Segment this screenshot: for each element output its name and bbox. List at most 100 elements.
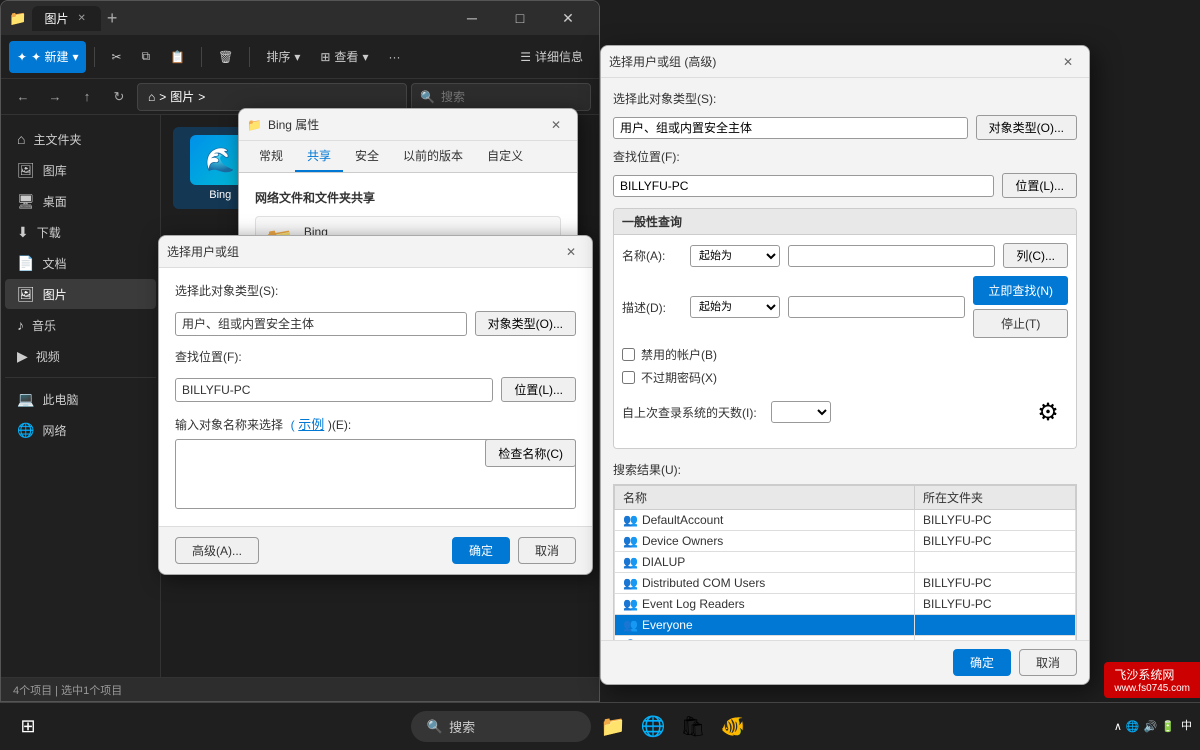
explorer-tab-pictures[interactable]: 图片 ✕ xyxy=(32,6,100,31)
no-expire-passwords-checkbox[interactable] xyxy=(622,371,635,384)
address-path[interactable]: ⌂ > 图片 > xyxy=(137,83,407,111)
row-icon: 👥 xyxy=(623,534,638,548)
tray-network-icon: 🌐 xyxy=(1126,720,1140,733)
select-user-cancel-btn[interactable]: 取消 xyxy=(518,537,576,564)
results-table: 名称 所在文件夹 👥DefaultAccountBILLYFU-PC👥Devic… xyxy=(614,485,1076,640)
forward-btn[interactable]: → xyxy=(41,83,69,111)
tab-close-btn[interactable]: ✕ xyxy=(74,12,88,25)
result-location: BILLYFU-PC xyxy=(915,573,1076,594)
table-row[interactable]: 👥Distributed COM UsersBILLYFU-PC xyxy=(615,573,1076,594)
view-button[interactable]: ⊞ 查看 ▾ xyxy=(312,41,376,73)
location-input[interactable] xyxy=(175,378,493,402)
bing-tab-share[interactable]: 共享 xyxy=(295,141,343,172)
sidebar-item-home[interactable]: ⌂ 主文件夹 xyxy=(5,124,156,154)
explorer-search[interactable]: 🔍 搜索 xyxy=(411,83,591,111)
object-type-btn[interactable]: 对象类型(O)... xyxy=(475,311,576,336)
taskbar-edge-icon[interactable]: 🌐 xyxy=(635,709,671,745)
adv-list-btn[interactable]: 列(C)... xyxy=(1003,243,1068,268)
location-btn[interactable]: 位置(L)... xyxy=(501,377,576,402)
back-btn[interactable]: ← xyxy=(9,83,37,111)
paste-button[interactable]: 📋 xyxy=(162,41,193,73)
copy-button[interactable]: ⧉ xyxy=(134,41,159,73)
bing-tab-general[interactable]: 常规 xyxy=(247,141,295,172)
cut-button[interactable]: ✂ xyxy=(103,41,129,73)
row-icon: 👥 xyxy=(623,618,638,632)
adv-desc-filter-select[interactable]: 起始为 xyxy=(690,296,780,318)
results-container[interactable]: 名称 所在文件夹 👥DefaultAccountBILLYFU-PC👥Devic… xyxy=(613,484,1077,640)
taskbar-store-icon[interactable]: 🛍 xyxy=(675,709,711,745)
new-dropdown-icon: ▾ xyxy=(72,50,78,64)
refresh-btn[interactable]: ↻ xyxy=(105,83,133,111)
table-row[interactable]: 👥Device OwnersBILLYFU-PC xyxy=(615,531,1076,552)
advanced-dialog-title: 选择用户或组 (高级) xyxy=(609,53,1055,70)
sidebar-item-pictures[interactable]: 🖼 图片 xyxy=(5,279,156,309)
minimize-btn[interactable]: ─ xyxy=(449,1,495,35)
sidebar-item-gallery[interactable]: 🖼 图库 xyxy=(5,155,156,185)
sidebar-item-thispc[interactable]: 💻 此电脑 xyxy=(5,384,156,414)
gallery-icon: 🖼 xyxy=(17,162,35,179)
adv-desc-label: 描述(D): xyxy=(622,299,682,316)
disabled-accounts-label: 禁用的帐户(B) xyxy=(641,346,717,363)
taskbar-search[interactable]: 🔍 搜索 xyxy=(411,711,591,742)
taskbar-center: 🔍 搜索 📁 🌐 🛍 🐠 xyxy=(56,709,1106,745)
status-text: 4个项目 | 选中1个项目 xyxy=(13,682,122,698)
select-user-ok-btn[interactable]: 确定 xyxy=(452,537,510,564)
adv-name-input[interactable] xyxy=(788,245,995,267)
details-button[interactable]: ☰ 详细信息 xyxy=(512,41,591,73)
find-now-btn[interactable]: 立即查找(N) xyxy=(973,276,1068,305)
sidebar-item-music[interactable]: ♪ 音乐 xyxy=(5,310,156,340)
sidebar-item-network[interactable]: 🌐 网络 xyxy=(5,415,156,445)
bing-tab-security[interactable]: 安全 xyxy=(343,141,391,172)
sidebar-item-videos[interactable]: ▶ 视频 xyxy=(5,341,156,371)
advanced-cancel-btn[interactable]: 取消 xyxy=(1019,649,1077,676)
taskbar-explorer-icon[interactable]: 📁 xyxy=(595,709,631,745)
select-user-close-btn[interactable]: ✕ xyxy=(558,239,584,265)
object-type-input[interactable] xyxy=(175,312,467,336)
days-since-logon-select[interactable] xyxy=(771,401,831,423)
more-button[interactable]: ··· xyxy=(380,41,408,73)
adv-object-type-input[interactable] xyxy=(613,117,968,139)
bing-dialog-tabs: 常规 共享 安全 以前的版本 自定义 xyxy=(239,141,577,173)
adv-location-btn[interactable]: 位置(L)... xyxy=(1002,173,1077,198)
table-row[interactable]: 👥Event Log ReadersBILLYFU-PC xyxy=(615,594,1076,615)
sidebar-item-downloads[interactable]: ⬇ 下载 xyxy=(5,217,156,247)
bing-tab-previous[interactable]: 以前的版本 xyxy=(391,141,475,172)
disabled-accounts-checkbox[interactable] xyxy=(622,348,635,361)
delete-button[interactable]: 🗑 xyxy=(210,41,241,73)
start-btn[interactable]: ⊞ xyxy=(8,707,48,747)
maximize-btn[interactable]: □ xyxy=(497,1,543,35)
add-tab-btn[interactable]: + xyxy=(107,8,118,29)
close-btn[interactable]: ✕ xyxy=(545,1,591,35)
bing-dialog-close-btn[interactable]: ✕ xyxy=(543,112,569,138)
stop-btn[interactable]: 停止(T) xyxy=(973,309,1068,338)
path-separator: ⌂ xyxy=(148,90,155,104)
adv-desc-input[interactable] xyxy=(788,296,965,318)
table-row[interactable]: 👥DefaultAccountBILLYFU-PC xyxy=(615,510,1076,531)
tray-arrow[interactable]: ∧ xyxy=(1114,720,1122,733)
tray-time[interactable]: 中 xyxy=(1181,719,1192,734)
advanced-dialog-close-btn[interactable]: ✕ xyxy=(1055,49,1081,75)
adv-name-filter-select[interactable]: 起始为 xyxy=(690,245,780,267)
table-row[interactable]: 👥Everyone xyxy=(615,615,1076,636)
advanced-ok-btn[interactable]: 确定 xyxy=(953,649,1011,676)
bing-tab-custom[interactable]: 自定义 xyxy=(475,141,535,172)
adv-location-input[interactable] xyxy=(613,175,994,197)
sidebar-item-documents[interactable]: 📄 文档 xyxy=(5,248,156,278)
example-link-text[interactable]: 示例 xyxy=(298,417,324,432)
check-name-btn[interactable]: 检查名称(C) xyxy=(485,439,576,467)
new-button[interactable]: ✦ ✦ 新建 ▾ xyxy=(9,41,86,73)
adv-location-row: 查找位置(F): xyxy=(613,148,1077,165)
select-user-advanced-btn[interactable]: 高级(A)... xyxy=(175,537,259,564)
up-btn[interactable]: ↑ xyxy=(73,83,101,111)
taskbar-right: ∧ 🌐 🔊 🔋 中 xyxy=(1106,719,1200,734)
thispc-icon: 💻 xyxy=(17,391,34,408)
folder-icon: 📁 xyxy=(9,10,26,27)
sort-button[interactable]: 排序 ▾ xyxy=(258,41,308,73)
enter-name-label-row: 输入对象名称来选择 ( 示例 )(E): xyxy=(175,414,576,433)
taskbar-fish-icon[interactable]: 🐠 xyxy=(715,709,751,745)
adv-object-type-btn[interactable]: 对象类型(O)... xyxy=(976,115,1077,140)
sidebar-item-desktop[interactable]: 🖥 桌面 xyxy=(5,186,156,216)
no-expire-passwords-row: 不过期密码(X) xyxy=(622,369,1068,386)
table-row[interactable]: 👥DIALUP xyxy=(615,552,1076,573)
result-name: 👥DefaultAccount xyxy=(615,510,915,531)
